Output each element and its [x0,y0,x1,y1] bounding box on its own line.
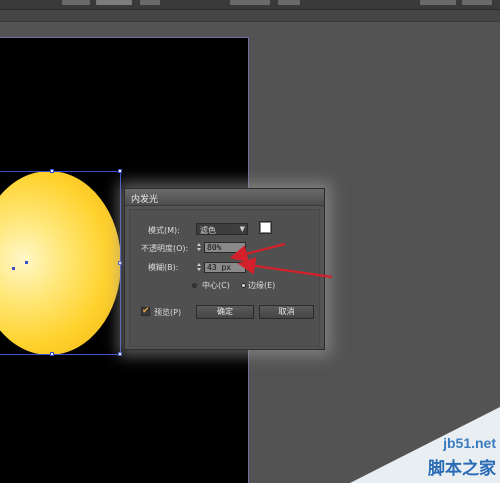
mode-select[interactable]: 滤色 ▼ [196,223,248,235]
control-bar-field[interactable] [462,0,492,5]
dialog-title: 内发光 [131,195,159,205]
edge-radio-label[interactable]: 边缘(E) [248,280,275,291]
anchor-point [12,267,15,270]
control-bar-field[interactable] [96,0,132,5]
stepper-up-icon[interactable] [197,263,201,266]
opacity-input[interactable]: 80% [204,242,246,253]
preview-label[interactable]: 预览(P) [154,307,181,318]
watermark-domain: jb51.net [443,435,496,451]
selection-bounding-box [0,171,121,355]
control-bar-field[interactable] [420,0,456,5]
chevron-down-icon: ▼ [239,225,245,233]
center-point [25,261,28,264]
selection-handle[interactable] [118,169,122,173]
control-bar-field[interactable] [62,0,90,5]
control-bar-field[interactable] [140,0,160,5]
site-watermark: jb51.net 脚本之家 [350,407,500,483]
check-icon: ✔ [142,306,150,316]
control-bar-field[interactable] [278,0,300,5]
tool-options-band [0,10,500,22]
blur-stepper[interactable] [197,262,202,273]
glow-color-swatch[interactable] [259,221,272,234]
selection-handle[interactable] [50,352,54,356]
control-bar [0,0,500,10]
opacity-stepper[interactable] [197,242,202,253]
dialog-titlebar[interactable]: 内发光 [125,189,324,206]
cancel-button[interactable]: 取消 [259,305,314,319]
blur-input[interactable]: 43 px [204,262,246,273]
blur-label: 模糊(B): [148,263,179,272]
preview-checkbox[interactable]: ✔ [141,306,150,316]
selection-handle[interactable] [50,169,54,173]
stepper-up-icon[interactable] [197,243,201,246]
control-bar-field[interactable] [230,0,270,5]
edge-radio[interactable] [241,283,246,288]
dialog-body: 模式(M): 滤色 ▼ 不透明度(O): 80% 模糊(B): 43 px 中心… [129,209,320,347]
stepper-down-icon[interactable] [197,248,201,251]
selection-handle[interactable] [118,261,122,265]
opacity-label: 不透明度(O): [141,244,189,253]
stepper-down-icon[interactable] [197,268,201,271]
mode-select-value: 滤色 [200,226,216,235]
ok-button[interactable]: 确定 [196,305,254,319]
center-radio-label[interactable]: 中心(C) [202,280,230,291]
inner-glow-dialog: 内发光 模式(M): 滤色 ▼ 不透明度(O): 80% 模糊(B): 43 p… [124,188,325,350]
watermark-name: 脚本之家 [428,459,496,479]
mode-label: 模式(M): [148,226,180,235]
selection-handle[interactable] [118,352,122,356]
center-radio[interactable] [192,283,197,288]
